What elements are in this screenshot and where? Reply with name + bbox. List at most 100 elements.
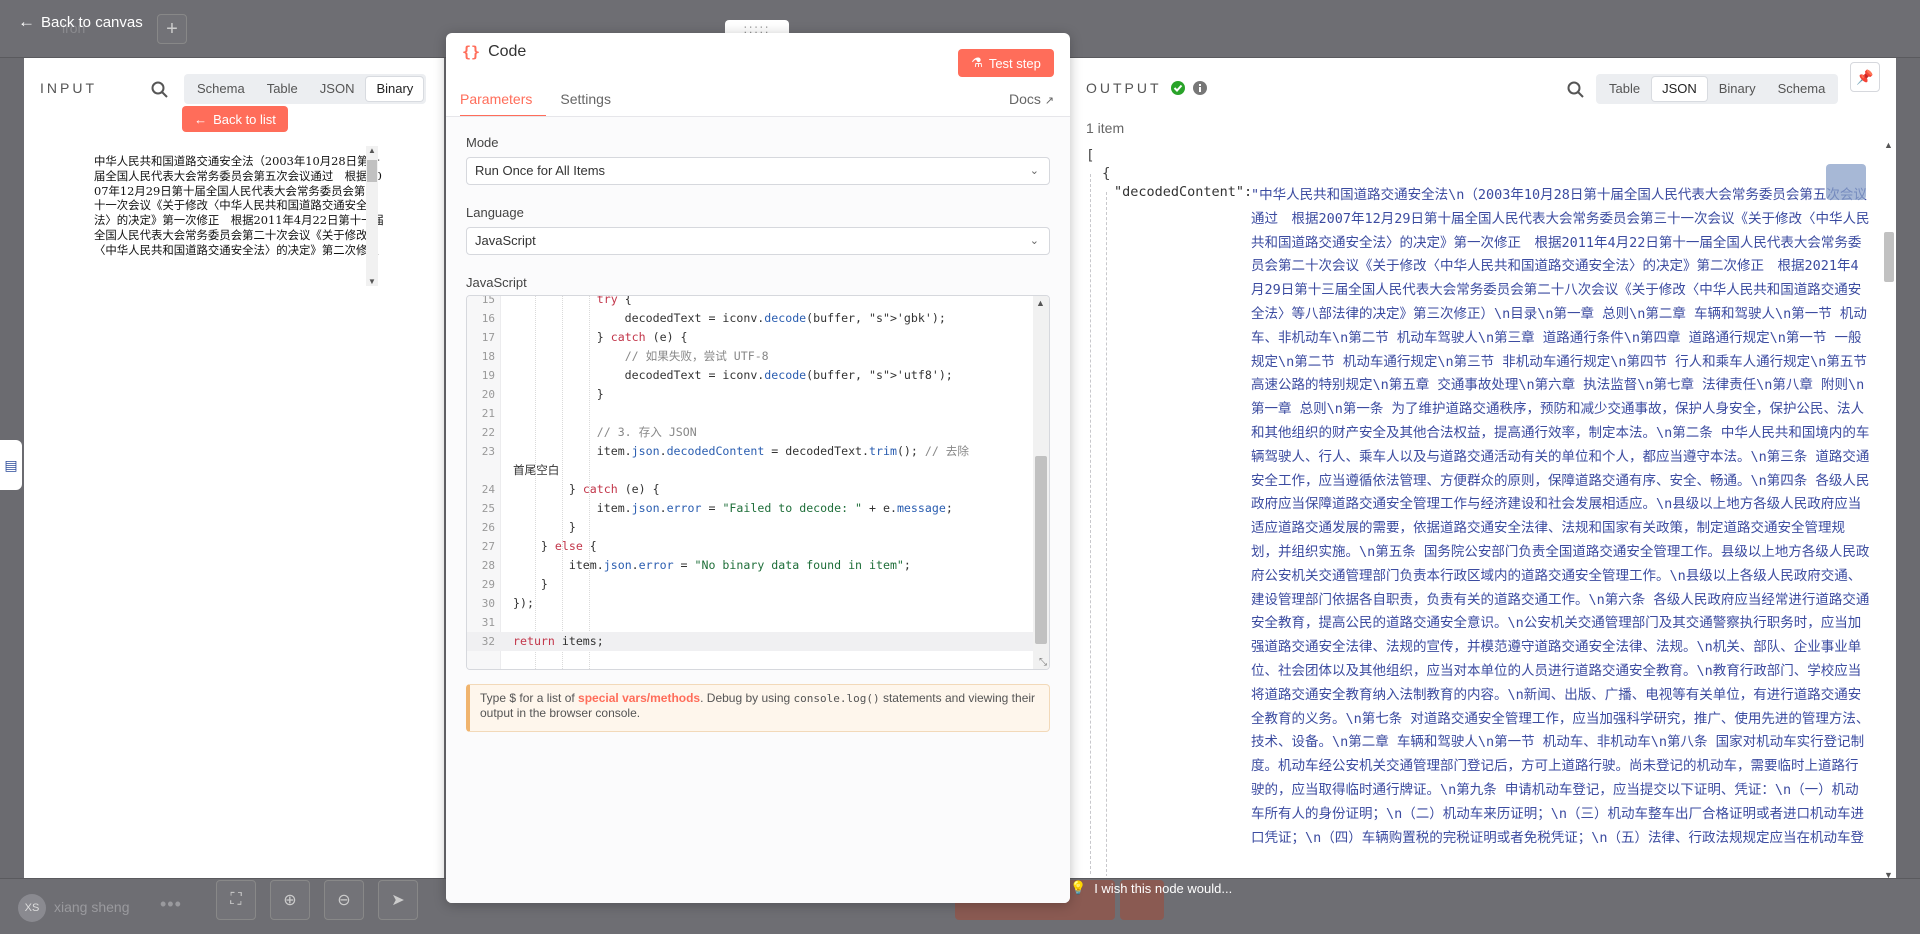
json-indent-guide: [1106, 192, 1107, 876]
code-text: return items;: [513, 634, 604, 648]
node-title-label[interactable]: Code: [488, 43, 526, 61]
side-toggle-tab[interactable]: ▤: [0, 440, 22, 490]
editor-scrollbar[interactable]: ▲: [1033, 296, 1049, 669]
code-line[interactable]: 17 } catch (e) {: [467, 328, 1033, 347]
user-menu-button[interactable]: •••: [160, 894, 182, 915]
tidy-up-button[interactable]: ➤: [378, 880, 418, 920]
line-number: 20: [481, 388, 495, 401]
line-number: 21: [481, 407, 495, 420]
line-number: 24: [481, 483, 495, 496]
scroll-up-icon[interactable]: ▲: [1884, 140, 1893, 150]
code-line[interactable]: 28 item.json.error = "No binary data fou…: [467, 556, 1033, 575]
flask-icon: ⚗: [971, 55, 983, 70]
input-tab-table[interactable]: Table: [257, 77, 308, 101]
code-line[interactable]: 25 item.json.error = "Failed to decode: …: [467, 499, 1033, 518]
notice-text: Type $ for a list of: [480, 691, 579, 705]
code-line[interactable]: 24 } catch (e) {: [467, 480, 1033, 499]
search-icon[interactable]: [1566, 80, 1586, 100]
docs-link[interactable]: Docs ↗: [1009, 91, 1054, 107]
tab-settings[interactable]: Settings: [560, 91, 613, 117]
test-step-button[interactable]: ⚗ Test step: [958, 49, 1054, 77]
zoom-in-button[interactable]: ⊕: [270, 880, 310, 920]
output-scrollbar[interactable]: ▲ ▼: [1880, 140, 1896, 880]
scroll-to-top-widget[interactable]: [1826, 164, 1866, 200]
search-icon[interactable]: [150, 80, 170, 100]
pin-data-button[interactable]: 📌: [1850, 62, 1880, 92]
json-indent-guide: [1090, 174, 1091, 874]
output-view-switch: Table JSON Binary Schema: [1596, 74, 1839, 104]
code-line[interactable]: 21: [467, 404, 1033, 423]
line-number: 19: [481, 369, 495, 382]
json-value[interactable]: "中华人民共和国道路交通安全法\n（2003年10月28日第十届全国人民代表大会…: [1251, 184, 1871, 850]
chevron-down-icon: ⌄: [1029, 165, 1039, 177]
notice-text: . Debug by using: [700, 691, 794, 705]
code-text: }: [513, 577, 548, 591]
code-text: decodedText = iconv.decode(buffer, "s">'…: [513, 368, 953, 382]
input-tab-schema[interactable]: Schema: [187, 77, 255, 101]
fit-view-button[interactable]: ⛶: [216, 880, 256, 920]
feedback-bar[interactable]: 💡 I wish this node would...: [1070, 880, 1232, 896]
output-tab-json[interactable]: JSON: [1652, 77, 1707, 101]
code-line[interactable]: 20 }: [467, 385, 1033, 404]
code-line[interactable]: 26 }: [467, 518, 1033, 537]
docs-label: Docs: [1008, 91, 1041, 107]
avatar[interactable]: XS: [18, 894, 46, 922]
binary-preview-scrollbar[interactable]: ▲ ▼: [366, 146, 378, 286]
json-viewer: [ { "decodedContent": "中华人民共和国道路交通安全法\n（…: [1086, 148, 1876, 876]
json-key[interactable]: "decodedContent":: [1114, 184, 1252, 200]
input-tab-binary[interactable]: Binary: [366, 77, 424, 101]
input-tab-json[interactable]: JSON: [310, 77, 365, 101]
line-number: 31: [481, 616, 495, 629]
code-text: } catch (e) {: [513, 482, 660, 496]
output-tab-binary[interactable]: Binary: [1709, 77, 1766, 101]
code-line[interactable]: 16 decodedText = iconv.decode(buffer, "s…: [467, 309, 1033, 328]
arrow-left-icon: ←: [194, 111, 208, 127]
line-number: 16: [481, 312, 495, 325]
back-to-list-button[interactable]: ← Back to list: [182, 106, 288, 132]
code-line[interactable]: 15 try {: [467, 296, 1033, 309]
code-line[interactable]: 30});: [467, 594, 1033, 613]
parameters-area: Mode Run Once for All Items ⌄ Language J…: [446, 116, 1070, 903]
code-text: item.json.error = "Failed to decode: " +…: [513, 501, 953, 515]
code-line[interactable]: 31: [467, 613, 1033, 632]
code-text: } else {: [513, 539, 597, 553]
code-line[interactable]: 18 // 如果失败，尝试 UTF-8: [467, 347, 1033, 366]
add-node-button[interactable]: +: [157, 14, 187, 44]
language-select[interactable]: JavaScript ⌄: [466, 227, 1050, 255]
code-line[interactable]: 23 item.json.decodedContent = decodedTex…: [467, 442, 1033, 480]
code-line[interactable]: 19 decodedText = iconv.decode(buffer, "s…: [467, 366, 1033, 385]
node-tabs: Parameters Settings: [460, 91, 645, 117]
info-icon[interactable]: [1192, 80, 1208, 96]
tab-parameters[interactable]: Parameters: [460, 91, 547, 117]
special-vars-link[interactable]: special vars/methods: [578, 691, 700, 705]
cursor-icon: ➤: [391, 892, 405, 909]
scroll-down-icon[interactable]: ▼: [366, 277, 378, 286]
language-label: Language: [466, 205, 524, 220]
back-to-canvas-button[interactable]: ← Back to canvas: [18, 12, 143, 32]
notice-code: console.log(): [793, 692, 880, 705]
scroll-up-icon[interactable]: ▲: [1036, 298, 1045, 308]
lightbulb-icon: 💡: [1070, 880, 1087, 895]
code-editor[interactable]: 15 try {16 decodedText = iconv.decode(bu…: [466, 295, 1050, 670]
output-tab-table[interactable]: Table: [1599, 77, 1650, 101]
zoom-in-icon: ⊕: [283, 892, 297, 909]
line-number: 32: [481, 635, 495, 648]
code-text: }: [513, 387, 604, 401]
line-number: 25: [481, 502, 495, 515]
zoom-out-button[interactable]: ⊖: [324, 880, 364, 920]
code-line[interactable]: 22 // 3. 存入 JSON: [467, 423, 1033, 442]
line-number: 22: [481, 426, 495, 439]
fullscreen-icon: ⛶: [230, 891, 242, 908]
code-line[interactable]: 32 return items;: [467, 632, 1033, 651]
scroll-down-icon[interactable]: ▼: [1884, 870, 1893, 880]
mode-select[interactable]: Run Once for All Items ⌄: [466, 157, 1050, 185]
scroll-up-icon[interactable]: ▲: [366, 146, 378, 155]
code-hint-notice: Type $ for a list of special vars/method…: [466, 684, 1050, 732]
line-number: 28: [481, 559, 495, 572]
line-number: 18: [481, 350, 495, 363]
output-tab-schema[interactable]: Schema: [1768, 77, 1836, 101]
code-line[interactable]: 29 }: [467, 575, 1033, 594]
node-settings-panel: {} Code ⚗ Test step Parameters Settings …: [446, 33, 1070, 903]
code-line[interactable]: 27 } else {: [467, 537, 1033, 556]
resize-handle-icon[interactable]: ⤡: [1039, 657, 1047, 668]
